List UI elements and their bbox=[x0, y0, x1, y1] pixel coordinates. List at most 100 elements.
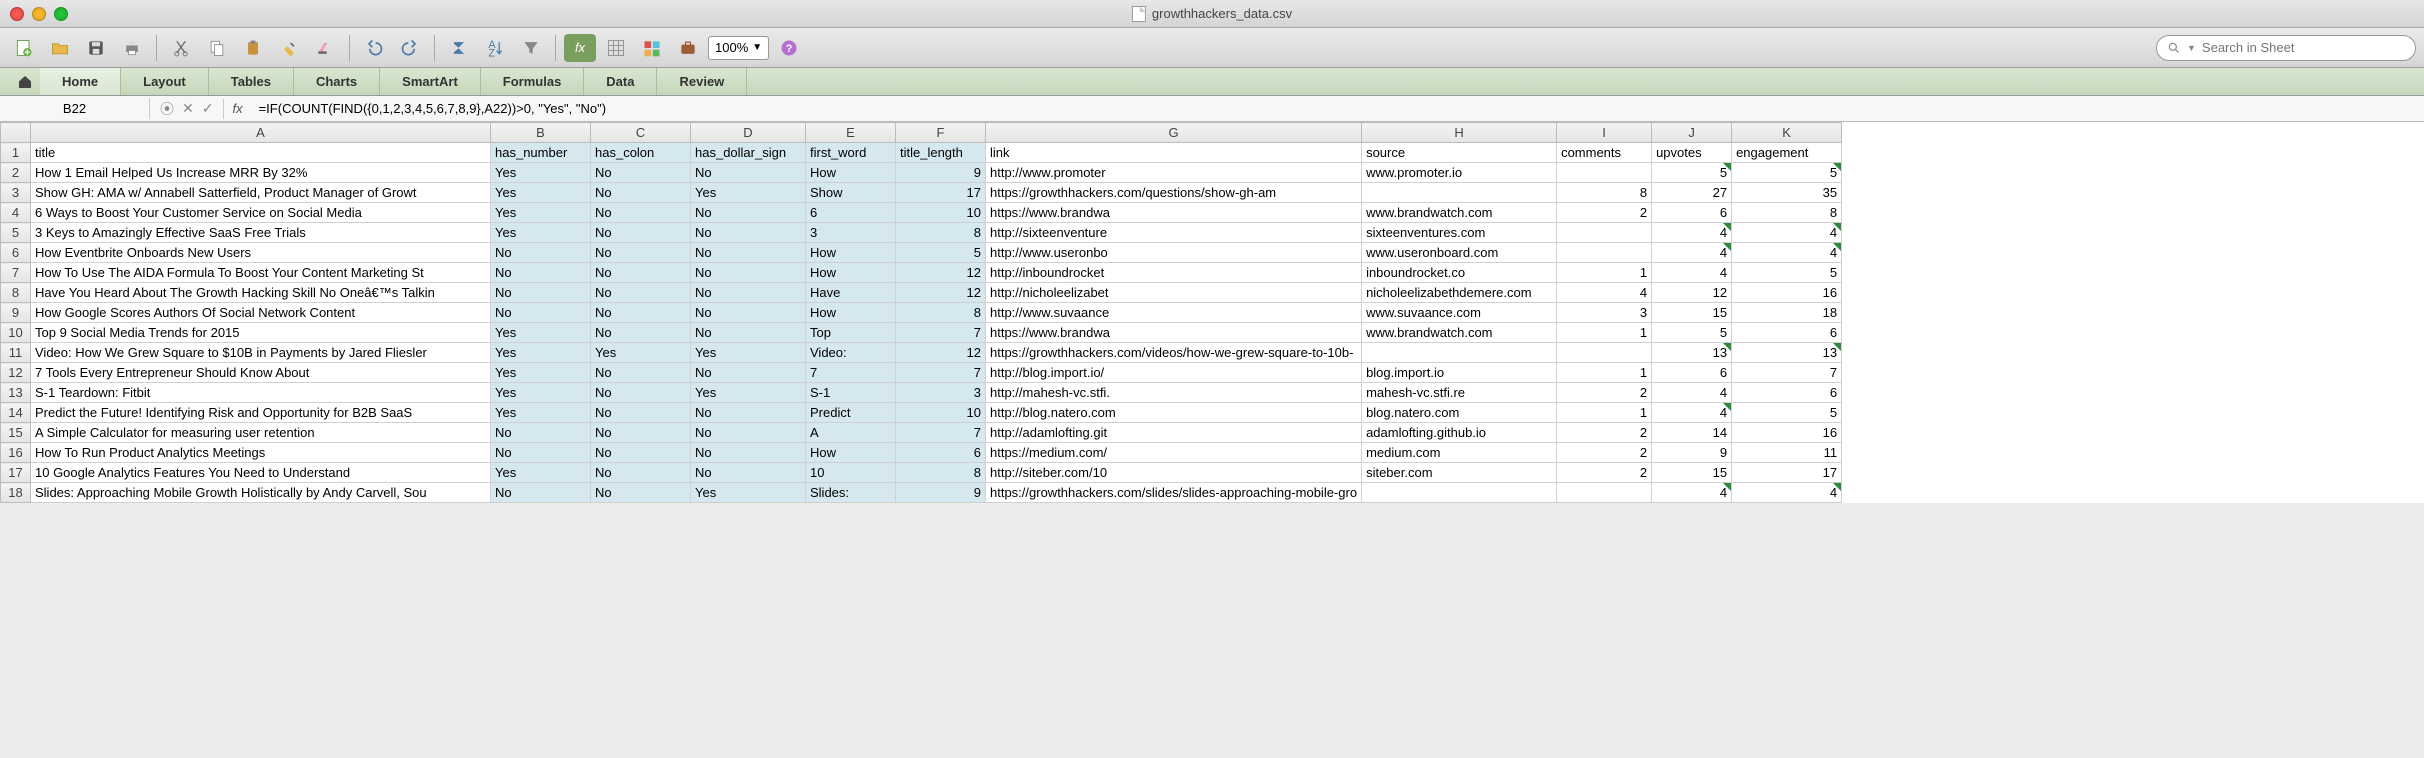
header-cell[interactable]: upvotes bbox=[1652, 143, 1732, 163]
cell[interactable] bbox=[1557, 223, 1652, 243]
cell[interactable]: How bbox=[806, 303, 896, 323]
header-cell[interactable]: comments bbox=[1557, 143, 1652, 163]
cell[interactable] bbox=[1557, 483, 1652, 503]
cell[interactable]: 6 bbox=[806, 203, 896, 223]
redo-button[interactable] bbox=[394, 34, 426, 62]
search-box[interactable]: ▼ bbox=[2156, 35, 2416, 61]
maximize-icon[interactable] bbox=[54, 7, 68, 21]
row-header[interactable]: 2 bbox=[1, 163, 31, 183]
cell[interactable]: 4 bbox=[1652, 383, 1732, 403]
cell[interactable]: No bbox=[491, 283, 591, 303]
cell[interactable]: 35 bbox=[1732, 183, 1842, 203]
ribbon-home-icon[interactable] bbox=[10, 68, 40, 95]
cell[interactable]: Top bbox=[806, 323, 896, 343]
cell[interactable]: Yes bbox=[491, 343, 591, 363]
cell[interactable]: inboundrocket.co bbox=[1362, 263, 1557, 283]
cell[interactable]: How Eventbrite Onboards New Users bbox=[31, 243, 491, 263]
row-header[interactable]: 13 bbox=[1, 383, 31, 403]
cell[interactable]: 4 bbox=[1652, 403, 1732, 423]
cut-button[interactable] bbox=[165, 34, 197, 62]
cell[interactable]: How bbox=[806, 263, 896, 283]
cell[interactable]: 5 bbox=[1732, 403, 1842, 423]
cell[interactable]: www.promoter.io bbox=[1362, 163, 1557, 183]
header-cell[interactable]: title_length bbox=[896, 143, 986, 163]
formula-input[interactable]: =IF(COUNT(FIND({0,1,2,3,4,5,6,7,8,9},A22… bbox=[251, 101, 2424, 116]
accept-formula-button[interactable]: ✓ bbox=[202, 100, 214, 117]
cell[interactable]: Predict bbox=[806, 403, 896, 423]
cell[interactable]: A bbox=[806, 423, 896, 443]
cell[interactable]: No bbox=[491, 483, 591, 503]
cell[interactable]: 6 bbox=[1732, 323, 1842, 343]
cell[interactable]: 12 bbox=[896, 263, 986, 283]
paste-button[interactable] bbox=[237, 34, 269, 62]
cell[interactable]: www.suvaance.com bbox=[1362, 303, 1557, 323]
cell[interactable]: A Simple Calculator for measuring user r… bbox=[31, 423, 491, 443]
col-header-G[interactable]: G bbox=[986, 123, 1362, 143]
cell[interactable]: No bbox=[491, 423, 591, 443]
cell[interactable]: How 1 Email Helped Us Increase MRR By 32… bbox=[31, 163, 491, 183]
cell[interactable]: 4 bbox=[1732, 243, 1842, 263]
cell[interactable]: Yes bbox=[691, 343, 806, 363]
select-all-corner[interactable] bbox=[1, 123, 31, 143]
tab-tables[interactable]: Tables bbox=[209, 68, 294, 95]
cell[interactable]: 1 bbox=[1557, 363, 1652, 383]
cell[interactable]: adamlofting.github.io bbox=[1362, 423, 1557, 443]
cell[interactable]: http://adamlofting.git bbox=[986, 423, 1362, 443]
cell[interactable]: How bbox=[806, 243, 896, 263]
row-header[interactable]: 10 bbox=[1, 323, 31, 343]
cell[interactable]: 18 bbox=[1732, 303, 1842, 323]
undo-button[interactable] bbox=[358, 34, 390, 62]
header-cell[interactable]: link bbox=[986, 143, 1362, 163]
row-header[interactable]: 3 bbox=[1, 183, 31, 203]
cell[interactable]: 10 bbox=[806, 463, 896, 483]
cell[interactable]: 4 bbox=[1652, 483, 1732, 503]
cell[interactable]: Yes bbox=[691, 383, 806, 403]
cell[interactable]: https://medium.com/ bbox=[986, 443, 1362, 463]
col-header-D[interactable]: D bbox=[691, 123, 806, 143]
cell[interactable]: https://growthhackers.com/questions/show… bbox=[986, 183, 1362, 203]
cell[interactable]: No bbox=[691, 443, 806, 463]
cell[interactable]: Yes bbox=[491, 163, 591, 183]
cell[interactable]: 13 bbox=[1732, 343, 1842, 363]
cell[interactable]: 10 Google Analytics Features You Need to… bbox=[31, 463, 491, 483]
tab-charts[interactable]: Charts bbox=[294, 68, 380, 95]
cell[interactable]: 1 bbox=[1557, 323, 1652, 343]
row-header[interactable]: 17 bbox=[1, 463, 31, 483]
cell[interactable]: http://sixteenventure bbox=[986, 223, 1362, 243]
help-button[interactable]: ? bbox=[773, 34, 805, 62]
cell[interactable]: http://www.promoter bbox=[986, 163, 1362, 183]
cell[interactable]: No bbox=[691, 263, 806, 283]
col-header-F[interactable]: F bbox=[896, 123, 986, 143]
cell[interactable]: 9 bbox=[896, 483, 986, 503]
save-button[interactable] bbox=[80, 34, 112, 62]
cell[interactable]: 10 bbox=[896, 203, 986, 223]
cell[interactable]: blog.natero.com bbox=[1362, 403, 1557, 423]
cell[interactable]: 8 bbox=[1732, 203, 1842, 223]
cell[interactable] bbox=[1362, 183, 1557, 203]
cell[interactable]: 14 bbox=[1652, 423, 1732, 443]
cell[interactable]: No bbox=[691, 403, 806, 423]
open-button[interactable] bbox=[44, 34, 76, 62]
cell[interactable]: 6 bbox=[1732, 383, 1842, 403]
cell[interactable]: No bbox=[591, 323, 691, 343]
tab-home[interactable]: Home bbox=[40, 68, 121, 95]
tab-review[interactable]: Review bbox=[657, 68, 747, 95]
row-header[interactable]: 12 bbox=[1, 363, 31, 383]
cell[interactable]: No bbox=[591, 423, 691, 443]
cell[interactable]: 9 bbox=[896, 163, 986, 183]
cell[interactable]: No bbox=[691, 423, 806, 443]
cell[interactable]: No bbox=[591, 463, 691, 483]
cell[interactable]: 2 bbox=[1557, 203, 1652, 223]
cell[interactable]: 3 bbox=[1557, 303, 1652, 323]
cell[interactable] bbox=[1362, 343, 1557, 363]
cell[interactable]: www.brandwatch.com bbox=[1362, 203, 1557, 223]
cell[interactable]: 12 bbox=[896, 343, 986, 363]
row-header[interactable]: 8 bbox=[1, 283, 31, 303]
cell[interactable]: 11 bbox=[1732, 443, 1842, 463]
cell[interactable]: http://inboundrocket bbox=[986, 263, 1362, 283]
cell[interactable]: 3 bbox=[806, 223, 896, 243]
cell[interactable]: 4 bbox=[1732, 223, 1842, 243]
cell[interactable]: Yes bbox=[491, 183, 591, 203]
toolbox-button[interactable] bbox=[672, 34, 704, 62]
cell[interactable]: 1 bbox=[1557, 263, 1652, 283]
